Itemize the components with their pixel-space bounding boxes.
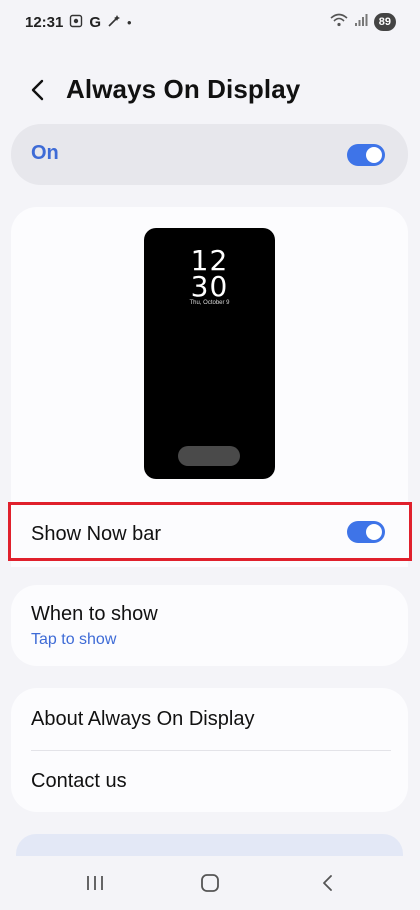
screenshot-icon xyxy=(69,14,83,31)
when-to-show-value: Tap to show xyxy=(31,631,117,648)
status-left: 12:31 G • xyxy=(25,14,132,31)
magic-wand-icon xyxy=(107,14,121,31)
recents-icon[interactable] xyxy=(85,874,105,892)
master-switch-card[interactable]: On xyxy=(11,124,408,185)
aod-preview-phone: 12 30 Thu, October 9 xyxy=(144,228,275,479)
chevron-left-icon[interactable] xyxy=(24,76,52,104)
home-icon[interactable] xyxy=(200,873,220,893)
page-title: Always On Display xyxy=(66,74,301,104)
when-to-show-title: When to show xyxy=(31,603,158,625)
navigation-bar xyxy=(0,856,420,910)
signal-icon xyxy=(354,13,368,32)
status-right: 89 xyxy=(330,13,396,32)
google-icon: G xyxy=(89,13,102,31)
status-bar: 12:31 G • 89 xyxy=(0,0,420,44)
divider xyxy=(31,750,391,751)
header: Always On Display xyxy=(0,62,420,118)
when-to-show-card[interactable]: When to show Tap to show xyxy=(11,585,408,666)
master-switch-label: On xyxy=(31,142,59,164)
preview-date: Thu, October 9 xyxy=(189,300,230,306)
status-time: 12:31 xyxy=(25,13,64,31)
show-now-bar-row[interactable]: Show Now bar xyxy=(8,502,412,561)
battery-badge: 89 xyxy=(373,13,396,31)
about-card: About Always On Display Contact us xyxy=(11,688,408,812)
contact-us-item[interactable]: Contact us xyxy=(31,770,127,793)
back-nav-icon[interactable] xyxy=(318,873,338,893)
about-always-on-display-item[interactable]: About Always On Display xyxy=(31,708,254,731)
master-toggle[interactable] xyxy=(347,144,385,166)
toggle-knob xyxy=(366,524,382,540)
wifi-icon xyxy=(330,13,348,32)
notification-dot: • xyxy=(127,14,132,30)
show-now-bar-label: Show Now bar xyxy=(31,523,162,545)
now-bar-pill xyxy=(178,446,240,466)
preview-minute: 30 xyxy=(190,270,229,303)
preview-card-bottom xyxy=(11,561,408,567)
show-now-bar-toggle[interactable] xyxy=(347,521,385,543)
toggle-knob xyxy=(366,147,382,163)
